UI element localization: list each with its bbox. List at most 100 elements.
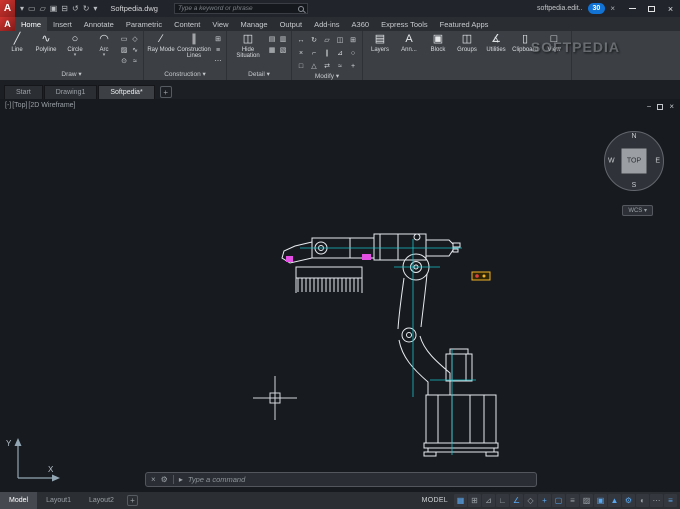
open-file-icon[interactable]: ▱ bbox=[40, 0, 46, 17]
viewport-close-icon[interactable]: × bbox=[669, 102, 674, 111]
ray-mode-button[interactable]: ∕ Ray Mode bbox=[147, 32, 175, 70]
groups-button[interactable]: ◫ Groups bbox=[453, 32, 481, 70]
tab-manage[interactable]: Manage bbox=[234, 17, 273, 31]
chevron-down-icon[interactable]: ▾ bbox=[74, 53, 77, 57]
trim-icon[interactable]: ▱ bbox=[321, 34, 333, 46]
layout-tab-layout2[interactable]: Layout2 bbox=[80, 492, 123, 509]
clipboard-button[interactable]: ▯ Clipboard bbox=[511, 32, 539, 70]
polar-tracking-icon[interactable]: ∠ bbox=[510, 494, 523, 507]
save-icon[interactable]: ▣ bbox=[50, 0, 58, 17]
search-icon[interactable] bbox=[298, 6, 304, 12]
redo-icon[interactable]: ↻ bbox=[83, 0, 90, 17]
new-layout-button[interactable]: + bbox=[127, 495, 138, 506]
tab-annotate[interactable]: Annotate bbox=[78, 17, 120, 31]
file-tab-drawing1[interactable]: Drawing1 bbox=[44, 85, 98, 99]
panel-label-modify[interactable]: Modify ▾ bbox=[292, 72, 362, 80]
rotate-icon[interactable]: ↻ bbox=[308, 34, 320, 46]
panel-label-detail[interactable]: Detail ▾ bbox=[227, 70, 291, 80]
command-customize-icon[interactable]: ⚙ bbox=[161, 475, 168, 484]
notification-badge[interactable]: 30 bbox=[588, 3, 606, 14]
construction-lines-button[interactable]: ∥ Construction Lines bbox=[176, 32, 212, 70]
compass-north-label[interactable]: N bbox=[631, 133, 636, 140]
autocad-logo-icon[interactable]: A bbox=[0, 0, 15, 17]
robot-arm-drawing[interactable] bbox=[0, 99, 680, 492]
search-input[interactable] bbox=[178, 5, 296, 12]
line-button[interactable]: ╱ Line bbox=[3, 32, 31, 70]
polyline-button[interactable]: ∿ Polyline bbox=[32, 32, 60, 70]
array-icon[interactable]: △ bbox=[308, 60, 320, 72]
scale-icon[interactable]: □ bbox=[295, 60, 307, 72]
chevron-down-icon[interactable]: ▾ bbox=[103, 53, 106, 57]
rectangle-tool-icon[interactable]: ▭ bbox=[119, 34, 129, 44]
detail-view-icon[interactable]: ▤ bbox=[267, 34, 277, 44]
ortho-icon[interactable]: ∟ bbox=[496, 494, 509, 507]
viewport-restore-icon[interactable] bbox=[657, 104, 663, 110]
stretch-icon[interactable]: ○ bbox=[347, 47, 359, 59]
layers-button[interactable]: ▤ Layers bbox=[366, 32, 394, 70]
tab-view[interactable]: View bbox=[206, 17, 234, 31]
grid-icon[interactable]: ▦ bbox=[454, 494, 467, 507]
layout-tab-layout1[interactable]: Layout1 bbox=[37, 492, 80, 509]
plot-icon[interactable]: ⊟ bbox=[61, 0, 68, 17]
edit-view-icon[interactable]: ▧ bbox=[278, 45, 288, 55]
object-snap-tracking-icon[interactable]: + bbox=[538, 494, 551, 507]
command-input[interactable] bbox=[188, 475, 531, 484]
tab-addins[interactable]: Add-ins bbox=[308, 17, 345, 31]
workspace-gear-icon[interactable]: ⚙ bbox=[622, 494, 635, 507]
panel-label-draw[interactable]: Draw ▾ bbox=[0, 70, 143, 80]
wcs-menu[interactable]: WCS ▾ bbox=[622, 205, 653, 216]
polygon-tool-icon[interactable]: ◇ bbox=[130, 34, 140, 44]
view-cube[interactable]: N S W E TOP bbox=[604, 131, 664, 191]
offset-icon[interactable]: ∥ bbox=[321, 47, 333, 59]
viewport-minimize-icon[interactable]: − bbox=[647, 102, 652, 111]
tab-parametric[interactable]: Parametric bbox=[120, 17, 168, 31]
blend-icon[interactable]: ≈ bbox=[334, 60, 346, 72]
divide-tool-icon[interactable]: ⊞ bbox=[213, 34, 223, 44]
spline-tool-icon[interactable]: ∿ bbox=[130, 45, 140, 55]
signin-account-label[interactable]: softpedia.edit.. bbox=[537, 5, 583, 12]
snap-icon[interactable]: ⊞ bbox=[468, 494, 481, 507]
viewport-visual-style-control[interactable]: [2D Wireframe] bbox=[28, 102, 75, 109]
file-tab-softpedia[interactable]: Softpedia* bbox=[98, 85, 154, 99]
viewport-menu-control[interactable]: [-] bbox=[5, 102, 11, 109]
explode-icon[interactable]: ⊿ bbox=[334, 47, 346, 59]
move-icon[interactable]: ↔ bbox=[295, 34, 307, 46]
block-button[interactable]: ▣ Block bbox=[424, 32, 452, 70]
hide-situation-button[interactable]: ◫ Hide Situation bbox=[230, 32, 266, 70]
command-close-icon[interactable]: × bbox=[151, 475, 156, 484]
compass-east-label[interactable]: E bbox=[655, 158, 660, 165]
new-drawing-tab-button[interactable]: + bbox=[160, 86, 172, 98]
undo-icon[interactable]: ↺ bbox=[72, 0, 79, 17]
customization-icon[interactable]: ≡ bbox=[664, 494, 677, 507]
transparency-icon[interactable]: ▨ bbox=[580, 494, 593, 507]
circle-button[interactable]: ○ Circle ▾ bbox=[61, 32, 89, 70]
tab-home[interactable]: Home bbox=[15, 17, 47, 31]
annotation-scale-icon[interactable]: ▲ bbox=[608, 494, 621, 507]
app-menu-button[interactable]: A bbox=[0, 17, 15, 31]
view-button[interactable]: □ View bbox=[540, 32, 568, 70]
section-view-icon[interactable]: ▥ bbox=[278, 34, 288, 44]
layout-tab-model[interactable]: Model bbox=[0, 492, 37, 509]
erase-icon[interactable]: × bbox=[295, 47, 307, 59]
join-icon[interactable]: ⇄ bbox=[321, 60, 333, 72]
panel-label-construction[interactable]: Construction ▾ bbox=[144, 70, 226, 80]
close-button[interactable]: × bbox=[661, 0, 680, 17]
revision-cloud-icon[interactable]: ≈ bbox=[130, 56, 140, 66]
infer-constraints-icon[interactable]: ⊿ bbox=[482, 494, 495, 507]
exchange-apps-icon[interactable]: × bbox=[610, 4, 615, 13]
maximize-button[interactable] bbox=[642, 0, 661, 17]
compass-west-label[interactable]: W bbox=[608, 158, 615, 165]
command-line[interactable]: × ⚙ ▸ bbox=[145, 472, 537, 487]
minimize-button[interactable] bbox=[623, 0, 642, 17]
tab-output[interactable]: Output bbox=[274, 17, 309, 31]
hatch-tool-icon[interactable]: ▨ bbox=[119, 45, 129, 55]
utilities-button[interactable]: ∡ Utilities bbox=[482, 32, 510, 70]
more-modify-icon[interactable]: + bbox=[347, 60, 359, 72]
arc-button[interactable]: ◠ Arc ▾ bbox=[90, 32, 118, 70]
isodraft-icon[interactable]: ◇ bbox=[524, 494, 537, 507]
model-space-indicator[interactable]: MODEL bbox=[417, 497, 453, 504]
projected-view-icon[interactable]: ▦ bbox=[267, 45, 277, 55]
file-tab-start[interactable]: Start bbox=[4, 85, 43, 99]
mirror-icon[interactable]: ⊞ bbox=[347, 34, 359, 46]
help-search-box[interactable] bbox=[174, 3, 308, 14]
